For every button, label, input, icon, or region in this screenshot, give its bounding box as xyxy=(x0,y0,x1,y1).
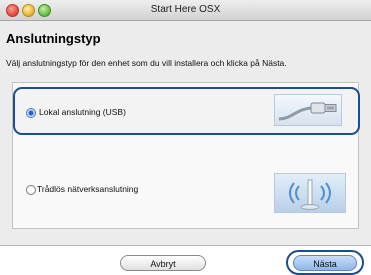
usb-cable-graphic xyxy=(278,102,337,121)
usb-cable-icon xyxy=(274,94,342,126)
instruction-text: Välj anslutningstyp för den enhet som du… xyxy=(6,58,287,68)
window-title: Start Here OSX xyxy=(150,4,221,15)
wireless-radio-button[interactable] xyxy=(26,185,36,195)
installer-window: Start Here OSX Anslutningstyp Välj anslu… xyxy=(0,0,371,246)
title-bar[interactable]: Start Here OSX xyxy=(0,0,371,21)
wireless-graphic xyxy=(289,179,331,210)
usb-radio-button[interactable] xyxy=(26,108,36,118)
usb-option-label[interactable]: Lokal anslutning (USB) xyxy=(39,107,126,117)
next-button[interactable]: Nästa xyxy=(293,255,357,271)
cancel-button[interactable]: Avbryt xyxy=(120,255,206,271)
wireless-option-label[interactable]: Trådlös nätverksanslutning xyxy=(37,184,138,194)
page-heading: Anslutningstyp xyxy=(6,31,101,46)
wireless-antenna-icon xyxy=(274,173,346,213)
